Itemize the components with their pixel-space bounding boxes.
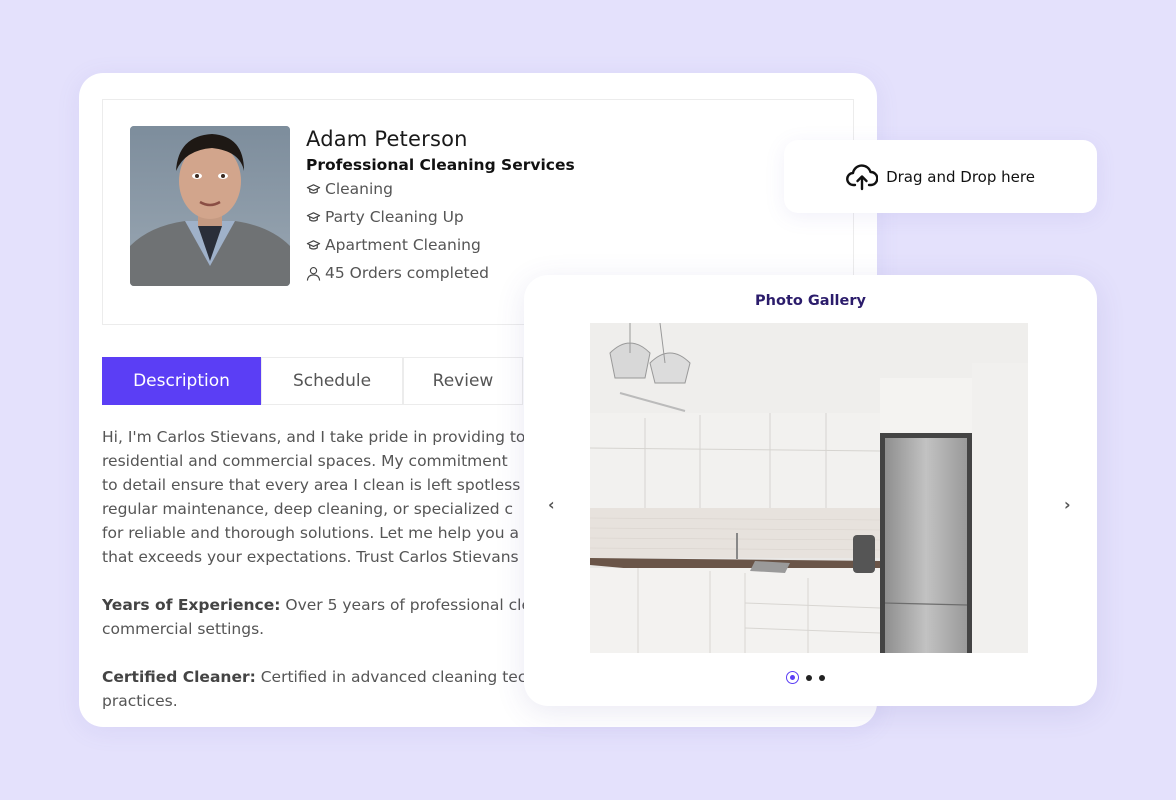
- user-icon: [306, 266, 321, 281]
- graduation-cap-icon: [306, 239, 321, 250]
- file-dropzone[interactable]: Drag and Drop here: [784, 140, 1097, 213]
- experience-label: Years of Experience:: [102, 596, 281, 614]
- avatar: [130, 126, 290, 286]
- orders-label: 45 Orders completed: [325, 264, 489, 282]
- gallery-dot-1[interactable]: [786, 671, 799, 684]
- gallery-dot-3[interactable]: [819, 674, 825, 681]
- skill-label: Cleaning: [325, 180, 393, 198]
- gallery-dot-2[interactable]: [806, 674, 812, 681]
- gallery-prev-button[interactable]: ‹: [548, 495, 555, 514]
- profile-headline: Professional Cleaning Services: [306, 156, 575, 174]
- profile-tabs: Description Schedule Review: [102, 357, 523, 405]
- gallery-next-button[interactable]: ›: [1064, 495, 1071, 514]
- certified-label: Certified Cleaner:: [102, 668, 256, 686]
- tab-review[interactable]: Review: [403, 357, 523, 405]
- kitchen-photo: [590, 323, 1028, 653]
- gallery-image: [590, 323, 1028, 653]
- skill-label: Party Cleaning Up: [325, 208, 464, 226]
- profile-name: Adam Peterson: [306, 127, 468, 151]
- gallery-pagination: [786, 671, 825, 684]
- skill-item: Cleaning: [306, 175, 575, 203]
- tab-schedule[interactable]: Schedule: [261, 357, 403, 405]
- graduation-cap-icon: [306, 211, 321, 222]
- avatar-photo: [130, 126, 290, 286]
- graduation-cap-icon: [306, 183, 321, 194]
- gallery-title: Photo Gallery: [755, 293, 866, 309]
- photo-gallery: Photo Gallery ‹ ›: [524, 275, 1097, 706]
- tab-description[interactable]: Description: [102, 357, 261, 405]
- skill-item: Apartment Cleaning: [306, 231, 575, 259]
- dropzone-label: Drag and Drop here: [886, 167, 1035, 186]
- skill-label: Apartment Cleaning: [325, 236, 481, 254]
- profile-info: Adam Peterson Professional Cleaning Serv…: [306, 126, 575, 287]
- skill-item: Party Cleaning Up: [306, 203, 575, 231]
- cloud-upload-icon: [846, 163, 879, 190]
